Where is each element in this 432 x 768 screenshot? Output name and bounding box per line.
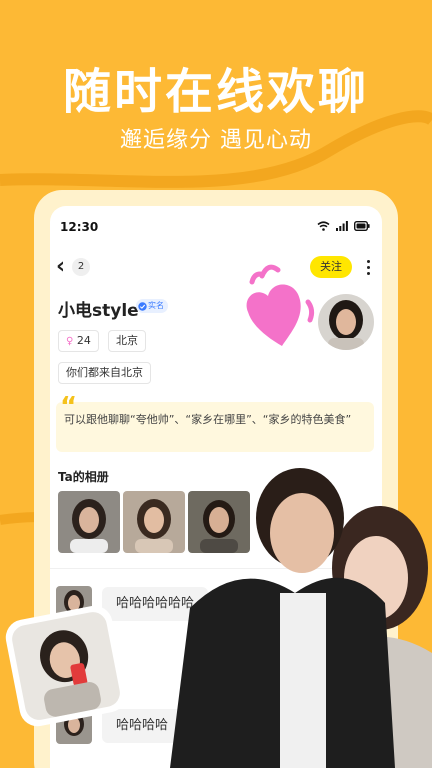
- profile-username: 小电style: [58, 301, 139, 321]
- verified-icon: [138, 301, 147, 311]
- selfie-sticker: [2, 602, 130, 730]
- common-interest-tag: 你们都来自北京: [58, 362, 151, 384]
- promo-subheadline: 邂逅缘分 遇见心动: [120, 128, 312, 153]
- city-tag: 北京: [108, 330, 146, 352]
- unread-count-badge: 2: [72, 258, 90, 276]
- age-value: 24: [76, 334, 91, 347]
- female-gender-icon: ♀: [66, 336, 74, 347]
- album-photo[interactable]: [58, 491, 120, 553]
- back-chevron-icon[interactable]: ‹: [56, 254, 65, 279]
- battery-icon: [354, 221, 370, 231]
- more-options-icon[interactable]: [367, 260, 371, 276]
- couple-photo: [170, 468, 432, 768]
- wifi-icon: [317, 221, 330, 231]
- conversation-tip-text: 可以跟他聊聊“夸他帅”、“家乡在哪里”、“家乡的特色美食”: [64, 413, 352, 426]
- age-tag: ♀ 24: [58, 330, 99, 352]
- status-icons: [317, 221, 370, 231]
- status-time: 12:30: [60, 220, 99, 234]
- verified-label: 实名: [148, 301, 164, 310]
- profile-avatar[interactable]: [316, 292, 376, 352]
- signal-icon: [336, 221, 348, 231]
- promo-headline: 随时在线欢聊: [62, 64, 369, 120]
- heart-icon: [246, 264, 315, 346]
- verified-badge: 实名: [136, 299, 168, 313]
- status-bar: 12:30: [50, 206, 382, 248]
- album-title: Ta的相册: [58, 470, 109, 484]
